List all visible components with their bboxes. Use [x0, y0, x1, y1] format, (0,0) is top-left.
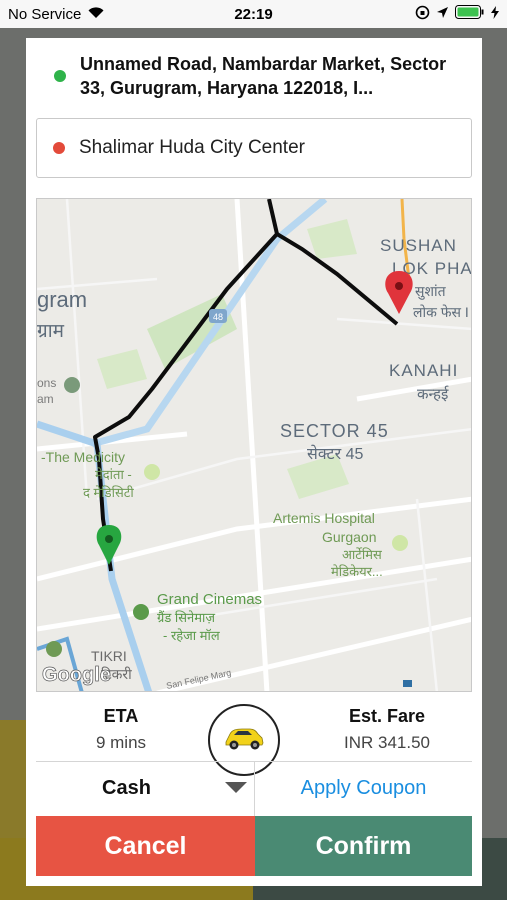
apply-coupon-button[interactable]: Apply Coupon	[255, 762, 472, 814]
pickup-location[interactable]: Unnamed Road, Nambardar Market, Sector 3…	[26, 38, 482, 114]
map-label-sector45-hindi: सेक्टर 45	[307, 444, 363, 463]
dropoff-dot-icon	[53, 142, 65, 154]
map-label-kanahi: KANAHI	[389, 361, 458, 380]
status-bar: No Service 22:19	[0, 0, 507, 28]
map-label-artemis: Artemis Hospital	[273, 510, 375, 526]
map-label-grand-cinemas-hindi2: - रहेजा मॉल	[163, 628, 220, 643]
google-logo: Google	[42, 664, 111, 686]
map-label-artemis-hindi2: मेडिकेयर...	[331, 564, 383, 579]
map-label-ons: ons	[37, 376, 56, 390]
eta-value: 9 mins	[95, 733, 147, 752]
map-label-artemis-hindi1: आर्टेमिस	[342, 547, 382, 562]
pickup-dot-icon	[54, 70, 66, 82]
map-label-sushant: SUSHAN	[380, 236, 457, 255]
dropoff-location[interactable]: Shalimar Huda City Center	[36, 118, 472, 178]
map-label-sushant-hindi: सुशांत	[415, 283, 447, 300]
pickup-address: Unnamed Road, Nambardar Market, Sector 3…	[80, 54, 447, 98]
wifi-icon	[87, 5, 105, 23]
map-label-grand-cinemas: Grand Cinemas	[157, 591, 262, 608]
map-label-medicity-hindi2: द मेडिसिटी	[83, 485, 134, 500]
dropoff-address: Shalimar Huda City Center	[79, 137, 305, 158]
map-label-tikri: TIKRI	[91, 648, 127, 664]
map-label-medicity-hindi1: मेदांता -	[95, 467, 132, 482]
ride-confirmation-dialog: Unnamed Road, Nambardar Market, Sector 3…	[26, 38, 482, 886]
map-label-lok-phase-hindi: लोक फेस I	[413, 304, 469, 320]
car-icon	[222, 724, 266, 757]
fare-label: Est. Fare	[348, 706, 426, 726]
map-label-medicity: -The Medicity	[41, 449, 125, 465]
carrier-label: No Service	[8, 5, 82, 23]
map-label-sector45: SECTOR 45	[280, 421, 389, 441]
payment-method-label: Cash	[102, 776, 151, 799]
map-label-gram-hindi: ग्राम	[37, 321, 65, 342]
map-label-gram: gram	[37, 287, 87, 312]
charging-icon	[491, 5, 499, 23]
map-label-road48: 48	[213, 312, 223, 322]
orientation-lock-icon	[415, 5, 430, 24]
map-label-kanahi-hindi: कन्हई	[417, 385, 449, 403]
map-label-grand-cinemas-hindi1: ग्रैंड सिनेमाज़	[157, 610, 215, 625]
map-label-am: am	[37, 392, 54, 406]
location-icon	[436, 6, 449, 23]
confirm-button[interactable]: Confirm	[255, 816, 472, 876]
map-label-artemis-gurgaon: Gurgaon	[322, 529, 376, 545]
payment-method-select[interactable]: Cash	[36, 762, 255, 814]
battery-icon	[455, 5, 485, 23]
eta-block: ETA 9 mins	[36, 706, 206, 753]
eta-label: ETA	[103, 706, 139, 726]
chevron-down-icon	[225, 782, 247, 793]
route-map[interactable]: 48 gram ग्राम SUSHAN LOK PHAS सुशांत लोक…	[36, 198, 472, 692]
fare-value: INR 341.50	[344, 733, 430, 752]
cancel-button[interactable]: Cancel	[36, 816, 255, 876]
fare-block: Est. Fare INR 341.50	[302, 706, 472, 753]
